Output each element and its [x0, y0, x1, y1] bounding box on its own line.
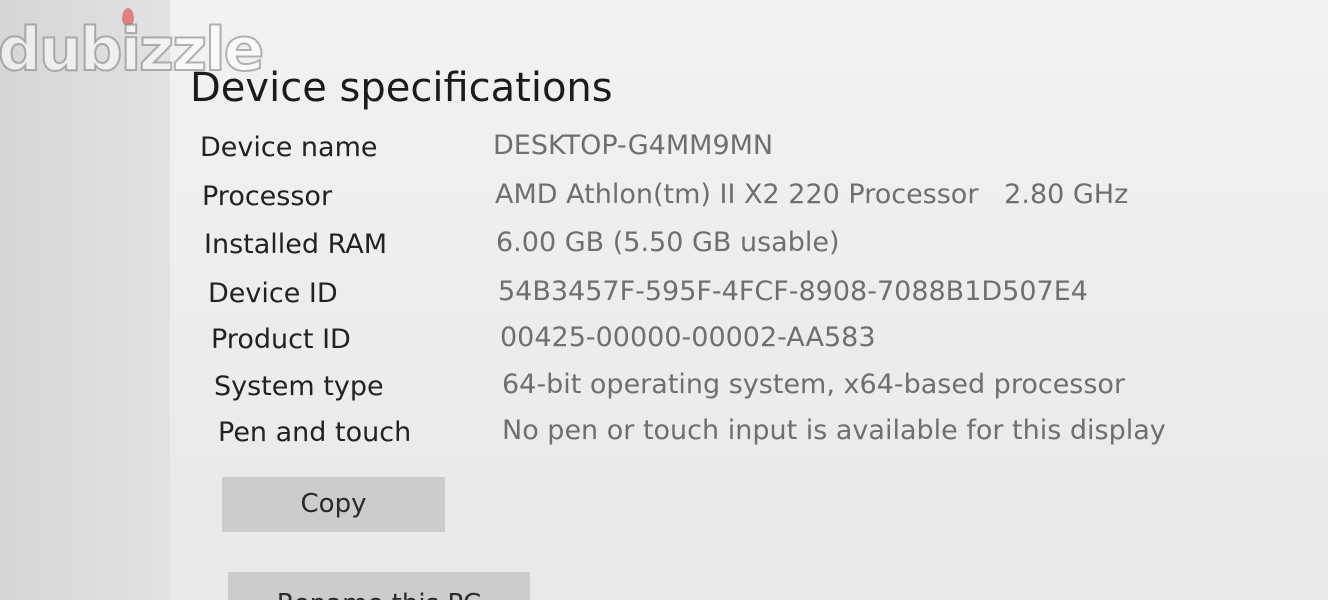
- spec-row-pen-and-touch: Pen and touch No pen or touch input is a…: [218, 415, 1318, 451]
- rename-pc-button[interactable]: Rename this PC: [228, 572, 530, 600]
- copy-button[interactable]: Copy: [222, 477, 445, 532]
- spec-label: Pen and touch: [218, 417, 412, 448]
- spec-value: 6.00 GB (5.50 GB usable): [496, 227, 840, 258]
- spec-label: Device name: [200, 132, 378, 163]
- spec-row-installed-ram: Installed RAM 6.00 GB (5.50 GB usable): [204, 227, 1204, 263]
- spec-value: 00425-00000-00002-AA583: [500, 322, 876, 353]
- spec-row-processor: Processor AMD Athlon(tm) II X2 220 Proce…: [202, 179, 1302, 215]
- spec-row-product-id: Product ID 00425-00000-00002-AA583: [211, 322, 1211, 358]
- settings-nav-pane: [0, 0, 170, 600]
- spec-label: Processor: [202, 181, 333, 212]
- spec-label: System type: [214, 371, 384, 402]
- rename-pc-button-label: Rename this PC: [277, 589, 481, 600]
- spec-value: No pen or touch input is available for t…: [502, 415, 1166, 446]
- spec-value: 54B3457F-595F-4FCF-8908-7088B1D507E4: [498, 276, 1088, 307]
- spec-label: Device ID: [208, 278, 338, 309]
- spec-row-device-id: Device ID 54B3457F-595F-4FCF-8908-7088B1…: [208, 276, 1208, 312]
- spec-value: AMD Athlon(tm) II X2 220 Processor 2.80 …: [495, 179, 1129, 210]
- page-title: Device specifications: [190, 64, 613, 111]
- spec-row-system-type: System type 64-bit operating system, x64…: [214, 369, 1264, 405]
- spec-value: DESKTOP-G4MM9MN: [493, 130, 774, 161]
- spec-value: 64-bit operating system, x64-based proce…: [502, 369, 1126, 400]
- spec-row-device-name: Device name DESKTOP-G4MM9MN: [200, 130, 1200, 166]
- spec-label: Installed RAM: [204, 229, 388, 260]
- spec-label: Product ID: [211, 324, 351, 355]
